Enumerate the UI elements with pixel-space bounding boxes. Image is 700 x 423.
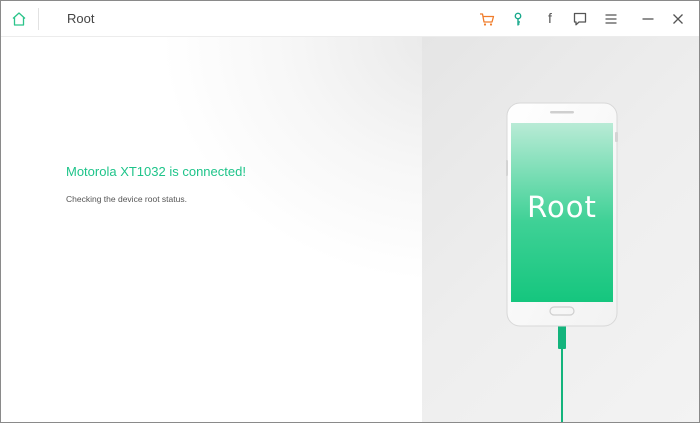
usb-cable: [558, 323, 566, 422]
title-bar: Root f: [1, 1, 699, 37]
root-status-text: Checking the device root status.: [66, 194, 187, 204]
device-panel: Root: [422, 37, 699, 422]
app-window: Root f Motorola XT1032 is connected! Che…: [0, 0, 700, 423]
menu-icon[interactable]: [602, 10, 620, 28]
main-content: Motorola XT1032 is connected! Checking t…: [1, 37, 699, 422]
home-icon[interactable]: [10, 10, 28, 28]
cart-icon[interactable]: [478, 10, 496, 28]
minimize-icon[interactable]: [639, 10, 657, 28]
phone-screen-label: Root: [527, 190, 597, 224]
title-divider: [38, 8, 39, 30]
feedback-icon[interactable]: [571, 10, 589, 28]
page-title: Root: [67, 11, 95, 26]
key-icon[interactable]: [509, 10, 527, 28]
facebook-icon[interactable]: f: [541, 9, 559, 27]
close-icon[interactable]: [669, 10, 687, 28]
connection-headline: Motorola XT1032 is connected!: [66, 164, 246, 179]
status-panel: Motorola XT1032 is connected! Checking t…: [1, 37, 422, 422]
